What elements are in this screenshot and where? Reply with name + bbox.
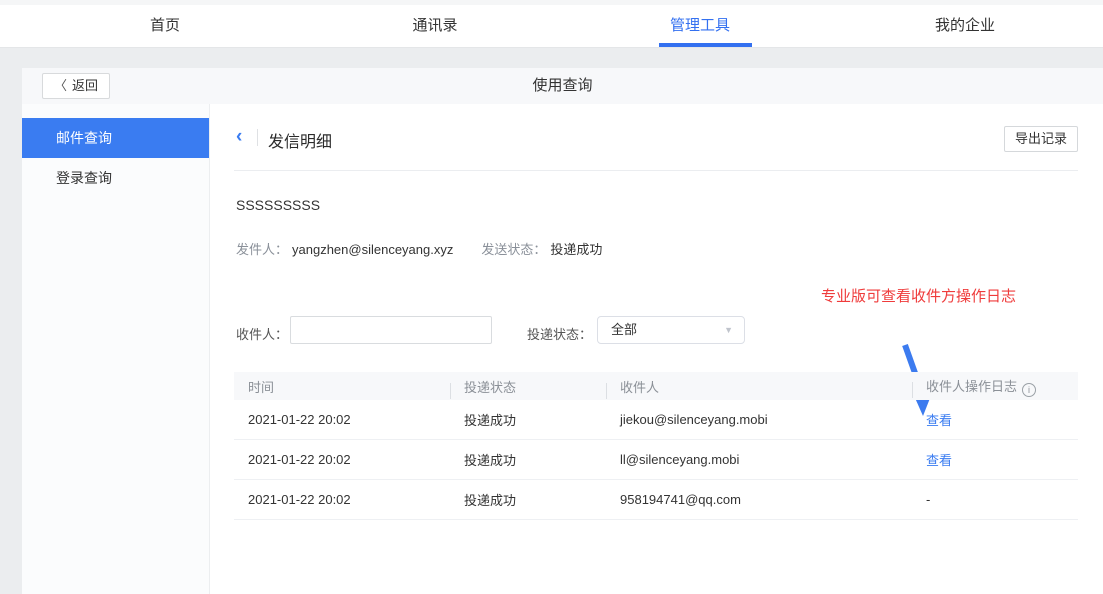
col-header-time: 时间 [234, 377, 450, 396]
page-title: 使用查询 [22, 68, 1103, 104]
view-log-link[interactable]: 查看 [926, 453, 952, 468]
main-content: ‹ 发信明细 导出记录 SSSSSSSSS 发件人： yangzhen@silen… [210, 104, 1103, 594]
table-body: 2021-01-22 20:02投递成功jiekou@silenceyang.m… [234, 400, 1078, 520]
cell-status: 投递成功 [450, 490, 606, 509]
mail-info-row: 发件人： yangzhen@silenceyang.xyz 发送状态： 投递成功 [236, 239, 602, 258]
export-records-button[interactable]: 导出记录 [1004, 126, 1078, 152]
title-horizontal-rule [234, 170, 1078, 171]
cell-time: 2021-01-22 20:02 [234, 492, 450, 507]
mail-log-table: 时间 投递状态 收件人 收件人操作日志i 2021-01-22 20:02投递成… [234, 372, 1078, 520]
col-header-recipient: 收件人 [606, 377, 912, 396]
cell-recipient: jiekou@silenceyang.mobi [606, 412, 912, 427]
nav-item-contacts[interactable]: 通讯录 [412, 5, 457, 47]
pro-version-annotation: 专业版可查看收件方操作日志 [821, 285, 1016, 306]
nav-item-home[interactable]: 首页 [150, 5, 180, 47]
recipient-filter-label: 收件人： [236, 324, 288, 343]
sender-value: yangzhen@silenceyang.xyz [292, 242, 453, 257]
title-divider [257, 129, 258, 146]
active-tab-underline [659, 43, 752, 47]
cell-log: 查看 [912, 410, 1078, 429]
sidebar-item-login-query[interactable]: 登录查询 [22, 158, 209, 198]
col-header-recipient-log: 收件人操作日志 i [912, 376, 1078, 397]
query-header-bar: 使用查询 〈返回 [22, 68, 1103, 104]
chevron-down-icon: ▼ [724, 317, 733, 343]
back-button[interactable]: 〈返回 [42, 73, 110, 99]
view-log-link[interactable]: 查看 [926, 413, 952, 428]
table-row: 2021-01-22 20:02投递成功jiekou@silenceyang.m… [234, 400, 1078, 440]
nav-item-my-enterprise[interactable]: 我的企业 [935, 5, 995, 47]
table-row: 2021-01-22 20:02投递成功958194741@qq.com- [234, 480, 1078, 520]
cell-recipient: ll@silenceyang.mobi [606, 452, 912, 467]
col-header-recipient-log-label: 收件人操作日志 [926, 379, 1017, 394]
mail-subject: SSSSSSSSS [236, 197, 320, 213]
cell-recipient: 958194741@qq.com [606, 492, 912, 507]
table-header: 时间 投递状态 收件人 收件人操作日志 i [234, 372, 1078, 400]
recipient-input[interactable] [290, 316, 492, 344]
delivery-status-select[interactable]: 全部 ▼ [597, 316, 745, 344]
cell-time: 2021-01-22 20:02 [234, 452, 450, 467]
cell-time: 2021-01-22 20:02 [234, 412, 450, 427]
detail-back-chevron-icon[interactable]: ‹ [236, 127, 242, 147]
detail-title: 发信明细 [268, 128, 332, 152]
sidebar-item-mail-query[interactable]: 邮件查询 [22, 118, 209, 158]
table-row: 2021-01-22 20:02投递成功ll@silenceyang.mobi 查… [234, 440, 1078, 480]
delivery-status-filter-label: 投递状态： [527, 324, 592, 343]
top-nav: 首页 通讯录 管理工具 我的企业 [0, 5, 1103, 48]
info-icon[interactable]: i [1022, 383, 1036, 397]
sender-label: 发件人： [236, 242, 288, 257]
back-button-label: 返回 [72, 78, 98, 93]
cell-status: 投递成功 [450, 410, 606, 429]
cell-status: 投递成功 [450, 450, 606, 469]
col-header-delivery-status: 投递状态 [450, 377, 606, 396]
nav-item-admin-tools[interactable]: 管理工具 [670, 5, 730, 47]
chevron-left-icon: 〈 [54, 78, 67, 93]
send-status-value: 投递成功 [550, 242, 602, 257]
cell-log: 查看 [912, 450, 1078, 469]
delivery-status-selected-value: 全部 [611, 322, 637, 337]
send-status-label: 发送状态： [481, 242, 546, 257]
cell-log: - [912, 492, 1078, 507]
sidebar: 邮件查询 登录查询 [22, 104, 210, 594]
